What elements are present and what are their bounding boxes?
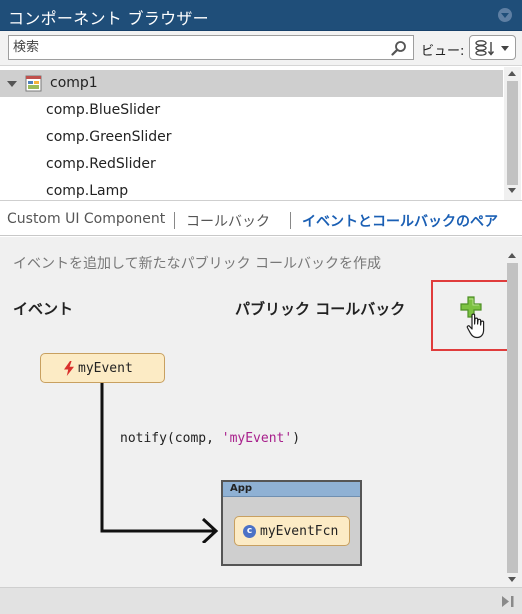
tab-divider <box>174 212 175 229</box>
chevron-down-icon <box>501 46 509 51</box>
title-bar: コンポーネント ブラウザー <box>0 0 522 31</box>
tree-item-label: comp.Lamp <box>46 183 129 199</box>
expand-arrow-icon[interactable] <box>7 81 17 87</box>
tree-item-lamp[interactable]: comp.Lamp <box>0 178 503 200</box>
event-name: myEvent <box>78 361 133 376</box>
event-callback-panel: イベントを追加して新たなパブリック コールバックを作成 イベント パブリック コ… <box>0 237 522 587</box>
scroll-down-icon[interactable] <box>508 188 516 193</box>
panel-toggle-icon[interactable] <box>501 595 515 608</box>
scroll-down-icon[interactable] <box>508 577 516 582</box>
notify-code: notify(comp, 'myEvent') <box>120 431 300 446</box>
search-box[interactable] <box>8 35 414 60</box>
panel-scrollbar[interactable] <box>504 251 521 587</box>
scroll-up-icon[interactable] <box>508 71 516 76</box>
callback-name: myEventFcn <box>260 524 339 539</box>
instruction-text: イベントを追加して新たなパブリック コールバックを作成 <box>13 256 382 272</box>
app-container: App c myEventFcn <box>221 480 362 566</box>
callback-c-icon: c <box>243 525 256 538</box>
tree-item-label: comp.RedSlider <box>46 156 156 172</box>
tab-divider <box>290 212 291 229</box>
scroll-up-icon[interactable] <box>508 253 516 258</box>
event-node[interactable]: myEvent <box>40 353 165 383</box>
window-title: コンポーネント ブラウザー <box>8 9 209 28</box>
status-bar <box>0 587 522 614</box>
callback-column-header: パブリック コールバック <box>235 300 406 318</box>
tree-item-redslider[interactable]: comp.RedSlider <box>0 151 503 178</box>
scroll-thumb[interactable] <box>507 263 518 573</box>
event-column-header: イベント <box>13 300 74 318</box>
menu-chevron-icon[interactable] <box>498 8 512 22</box>
code-suffix: ) <box>292 431 301 446</box>
hand-cursor-icon <box>466 313 485 339</box>
search-toolbar: ビュー: <box>0 31 522 66</box>
app-title: App <box>230 483 253 494</box>
search-input[interactable] <box>13 38 383 57</box>
view-options-dropdown[interactable] <box>469 35 516 60</box>
view-options-icon <box>475 40 495 56</box>
lightning-icon <box>64 361 74 376</box>
tab-bar: Custom UI Component コールバック イベントとコールバックのペ… <box>0 202 522 236</box>
scroll-thumb[interactable] <box>507 81 518 185</box>
tree-item-blueslider[interactable]: comp.BlueSlider <box>0 97 503 124</box>
tree-root-row[interactable]: comp1 <box>0 70 503 97</box>
component-icon <box>25 75 42 92</box>
event-connector-arrow <box>100 383 219 543</box>
code-string-arg: 'myEvent' <box>221 431 293 446</box>
view-label: ビュー: <box>421 44 465 59</box>
tab-callbacks[interactable]: コールバック <box>186 211 270 231</box>
tree-item-greenslider[interactable]: comp.GreenSlider <box>0 124 503 151</box>
callback-node[interactable]: c myEventFcn <box>234 516 350 546</box>
tab-event-callback-pairs[interactable]: イベントとコールバックのペア <box>302 211 498 231</box>
code-prefix: notify(comp, <box>120 431 222 446</box>
tree-item-label: comp.GreenSlider <box>46 129 172 145</box>
tree-scrollbar[interactable] <box>504 67 521 200</box>
app-header: App <box>223 482 360 497</box>
search-icon[interactable] <box>391 40 407 56</box>
tree-root-label: comp1 <box>50 75 98 91</box>
component-tree: comp1 comp.BlueSlider comp.GreenSlider c… <box>0 67 522 201</box>
tab-custom-ui-component[interactable]: Custom UI Component <box>7 211 165 227</box>
tree-item-label: comp.BlueSlider <box>46 102 161 118</box>
